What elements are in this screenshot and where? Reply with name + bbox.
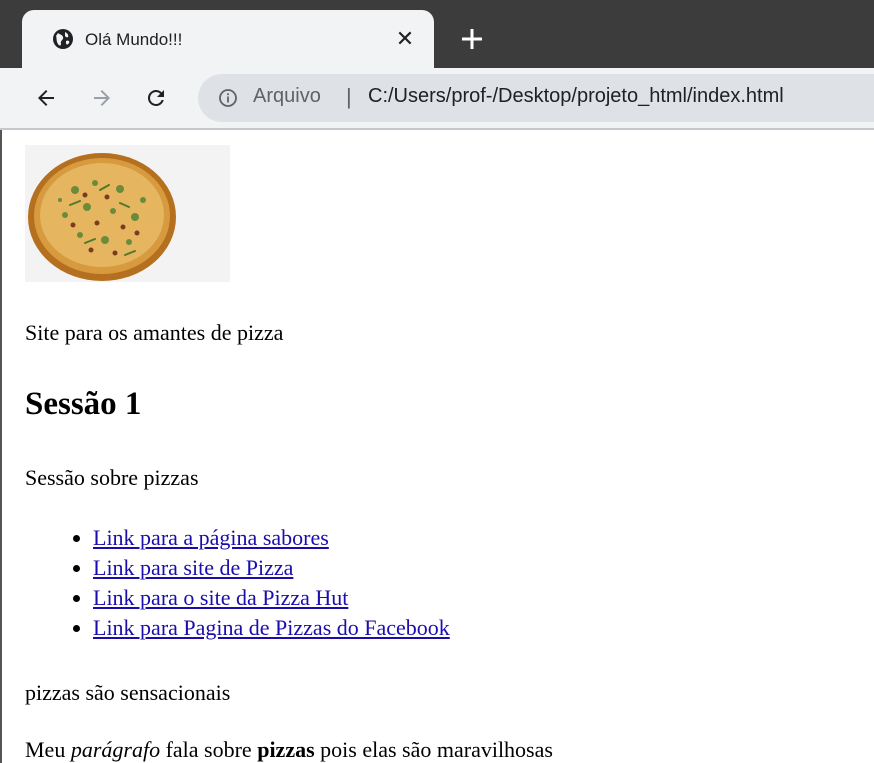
link-facebook-pizzas[interactable]: Link para Pagina de Pizzas do Facebook bbox=[93, 615, 450, 640]
origin-label: Arquivo bbox=[253, 85, 321, 107]
browser-toolbar: Arquivo | C:/Users/prof-/Desktop/projeto… bbox=[0, 68, 874, 128]
link-pizza-hut[interactable]: Link para o site da Pizza Hut bbox=[93, 585, 348, 610]
paragraph-part: pois elas são maravilhosas bbox=[314, 737, 553, 762]
tab-title: Olá Mundo!!! bbox=[85, 30, 183, 49]
pizzas-text: pizzas são sensacionais bbox=[25, 680, 231, 705]
window-edge bbox=[0, 130, 2, 763]
paragraph-part: fala sobre bbox=[160, 737, 258, 762]
forward-button[interactable] bbox=[86, 82, 118, 114]
toolbar-divider bbox=[0, 128, 874, 130]
url-text[interactable]: C:/Users/prof-/Desktop/projeto_html/inde… bbox=[368, 85, 784, 108]
pizza-image bbox=[25, 145, 230, 282]
globe-icon bbox=[53, 29, 73, 49]
info-icon[interactable] bbox=[218, 88, 238, 108]
back-button[interactable] bbox=[30, 82, 62, 114]
intro-text: Site para os amantes de pizza bbox=[25, 320, 284, 345]
link-sabores[interactable]: Link para a página sabores bbox=[93, 525, 329, 550]
paragraph-part: Meu bbox=[25, 737, 71, 762]
address-bar[interactable]: Arquivo | C:/Users/prof-/Desktop/projeto… bbox=[198, 74, 874, 122]
plus-icon[interactable] bbox=[458, 25, 486, 53]
list-item: Link para a página sabores bbox=[93, 523, 450, 553]
section-text: Sessão sobre pizzas bbox=[25, 465, 199, 490]
forward-arrow-icon bbox=[94, 90, 110, 106]
link-site-pizza[interactable]: Link para site de Pizza bbox=[93, 555, 293, 580]
back-arrow-icon bbox=[38, 90, 54, 106]
tab-strip: Olá Mundo!!! ✕ bbox=[0, 0, 874, 68]
list-item: Link para Pagina de Pizzas do Facebook bbox=[93, 613, 450, 643]
links-list: Link para a página sabores Link para sit… bbox=[25, 523, 450, 643]
paragraph-emphasis: parágrafo bbox=[70, 737, 161, 762]
url-separator: | bbox=[346, 84, 352, 109]
list-item: Link para o site da Pizza Hut bbox=[93, 583, 450, 613]
paragraph-strong: pizzas bbox=[257, 737, 315, 762]
list-item: Link para site de Pizza bbox=[93, 553, 450, 583]
reload-button[interactable] bbox=[140, 82, 172, 114]
browser-tab[interactable]: Olá Mundo!!! ✕ bbox=[22, 10, 434, 68]
section-heading: Sessão 1 bbox=[25, 386, 142, 422]
paragraph-text: Meu parágrafo fala sobre pizzas pois ela… bbox=[25, 737, 553, 763]
close-icon[interactable]: ✕ bbox=[392, 26, 418, 52]
reload-icon bbox=[147, 89, 164, 106]
